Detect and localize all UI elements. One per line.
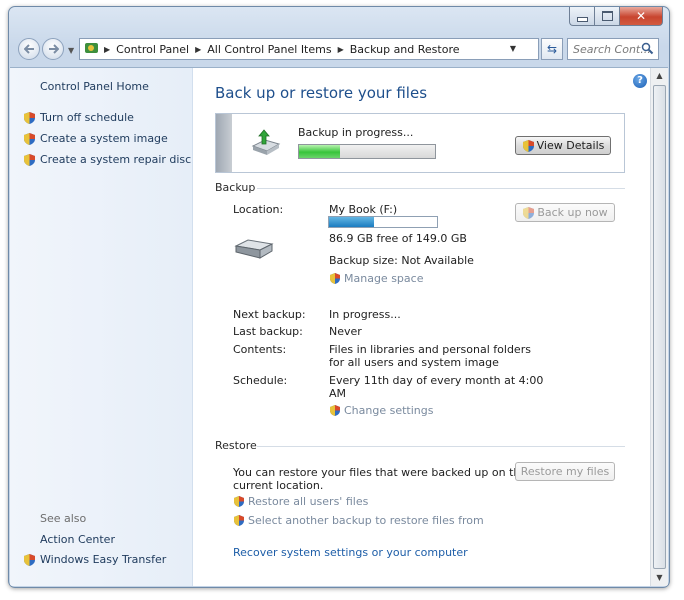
select-another-backup-label: Select another backup to restore files f… — [248, 514, 484, 527]
shield-icon — [24, 154, 35, 166]
minimize-button[interactable] — [569, 7, 594, 26]
back-up-now-label: Back up now — [537, 206, 608, 219]
shield-icon — [330, 405, 340, 416]
breadcrumb-control-panel[interactable]: Control Panel — [110, 43, 195, 56]
next-backup-value: In progress... — [329, 308, 401, 321]
contents-value-line-1: Files in libraries and personal folders — [329, 343, 531, 356]
backup-section-heading: Backup — [215, 181, 256, 194]
shield-icon — [234, 496, 244, 507]
navigation-bar: ▼ ▶ Control Panel ▶ All Control Panel It… — [9, 37, 669, 63]
refresh-icon: ⇆ — [546, 42, 558, 56]
backup-drive-icon — [251, 129, 281, 155]
last-backup-label: Last backup: — [233, 325, 303, 338]
view-details-label: View Details — [536, 139, 605, 152]
manage-space-label: Manage space — [344, 272, 424, 285]
contents-value-line-2: for all users and system image — [329, 356, 499, 369]
recent-pages-icon[interactable]: ▼ — [68, 46, 74, 55]
maximize-icon — [601, 11, 613, 21]
content-area: Control Panel Home Turn off schedule Cre… — [10, 67, 668, 586]
backup-size-text: Backup size: Not Available — [329, 254, 474, 267]
close-icon: ✕ — [635, 9, 647, 23]
restore-my-files-label: Restore my files — [520, 465, 610, 478]
restore-description-line-2: current location. — [233, 479, 324, 492]
view-details-button[interactable]: View Details — [515, 136, 611, 155]
page-title: Back up or restore your files — [215, 84, 428, 102]
shield-icon — [234, 515, 244, 526]
shield-icon — [330, 273, 340, 284]
shield-icon — [24, 554, 35, 566]
contents-label: Contents: — [233, 343, 287, 356]
external-drive-icon — [234, 239, 274, 259]
address-bar[interactable]: ▶ Control Panel ▶ All Control Panel Item… — [79, 38, 539, 60]
schedule-value-line-2: AM — [329, 387, 347, 400]
restore-description-line-1: You can restore your files that were bac… — [233, 466, 528, 479]
restore-my-files-button[interactable]: Restore my files — [515, 462, 615, 481]
search-icon — [641, 42, 654, 55]
sidebar-item-create-repair-disc[interactable]: Create a system repair disc — [40, 153, 191, 166]
last-backup-value: Never — [329, 325, 362, 338]
breadcrumb-backup-restore[interactable]: Backup and Restore — [344, 43, 466, 56]
change-settings-link[interactable]: Change settings — [329, 404, 433, 417]
restore-all-users-link[interactable]: Restore all users' files — [233, 495, 368, 508]
scrollbar-thumb[interactable] — [653, 85, 666, 569]
recover-system-settings-link[interactable]: Recover system settings or your computer — [233, 546, 468, 559]
sidebar-item-turn-off-schedule[interactable]: Turn off schedule — [40, 111, 134, 124]
select-another-backup-link[interactable]: Select another backup to restore files f… — [233, 514, 484, 527]
restore-divider — [257, 446, 625, 447]
schedule-label: Schedule: — [233, 374, 288, 387]
search-input[interactable]: Search Cont... — [567, 38, 659, 60]
scroll-up-icon[interactable]: ▲ — [651, 68, 668, 84]
back-up-now-button[interactable]: Back up now — [515, 203, 615, 222]
close-button[interactable]: ✕ — [619, 7, 663, 26]
next-backup-label: Next backup: — [233, 308, 306, 321]
back-arrow-icon — [24, 44, 34, 54]
backup-divider — [257, 188, 625, 189]
progress-fill — [299, 145, 340, 158]
forward-button[interactable] — [42, 38, 64, 60]
schedule-value-line-1: Every 11th day of every month at 4:00 — [329, 374, 544, 387]
drive-capacity-fill — [329, 217, 375, 227]
back-button[interactable] — [18, 38, 40, 60]
forward-arrow-icon — [49, 44, 59, 54]
backup-progress-bar — [298, 144, 436, 159]
control-panel-home-link[interactable]: Control Panel Home — [40, 80, 149, 93]
progress-label: Backup in progress... — [298, 126, 414, 139]
restore-all-users-label: Restore all users' files — [248, 495, 369, 508]
refresh-button[interactable]: ⇆ — [541, 38, 563, 60]
vertical-scrollbar[interactable]: ▲ ▼ — [650, 68, 668, 586]
free-space-text: 86.9 GB free of 149.0 GB — [329, 232, 467, 245]
shield-icon — [24, 133, 35, 145]
chevron-right-icon[interactable]: ▶ — [100, 45, 110, 54]
location-value: My Book (F:) — [329, 203, 398, 216]
control-panel-icon — [80, 41, 100, 58]
change-settings-label: Change settings — [344, 404, 434, 417]
shield-icon — [523, 206, 535, 219]
manage-space-link[interactable]: Manage space — [329, 272, 423, 285]
location-label: Location: — [233, 203, 284, 216]
shield-icon — [24, 112, 35, 124]
caption-buttons: ✕ — [569, 7, 663, 26]
sidebar-item-create-system-image[interactable]: Create a system image — [40, 132, 168, 145]
maximize-button[interactable] — [594, 7, 619, 26]
sidebar-item-windows-easy-transfer[interactable]: Windows Easy Transfer — [40, 553, 166, 566]
window: ✕ ▼ ▶ Control Panel ▶ All Control Panel … — [8, 6, 670, 588]
restore-section-heading: Restore — [215, 439, 257, 452]
drive-capacity-bar — [328, 216, 438, 228]
sidebar: Control Panel Home Turn off schedule Cre… — [10, 68, 193, 586]
breadcrumb-all-items[interactable]: All Control Panel Items — [201, 43, 337, 56]
shield-icon — [522, 139, 534, 152]
help-icon[interactable]: ? — [633, 74, 647, 88]
progress-panel-accent — [216, 114, 232, 172]
scroll-down-icon[interactable]: ▼ — [651, 570, 668, 586]
address-dropdown-icon[interactable]: ▼ — [510, 44, 516, 53]
minimize-icon — [576, 16, 588, 22]
see-also-heading: See also — [40, 512, 87, 525]
backup-progress-panel: Backup in progress... View Details — [215, 113, 625, 173]
main-panel: Back up or restore your files Backup in … — [193, 68, 651, 586]
sidebar-item-action-center[interactable]: Action Center — [40, 533, 115, 546]
search-placeholder: Search Cont... — [573, 42, 651, 56]
